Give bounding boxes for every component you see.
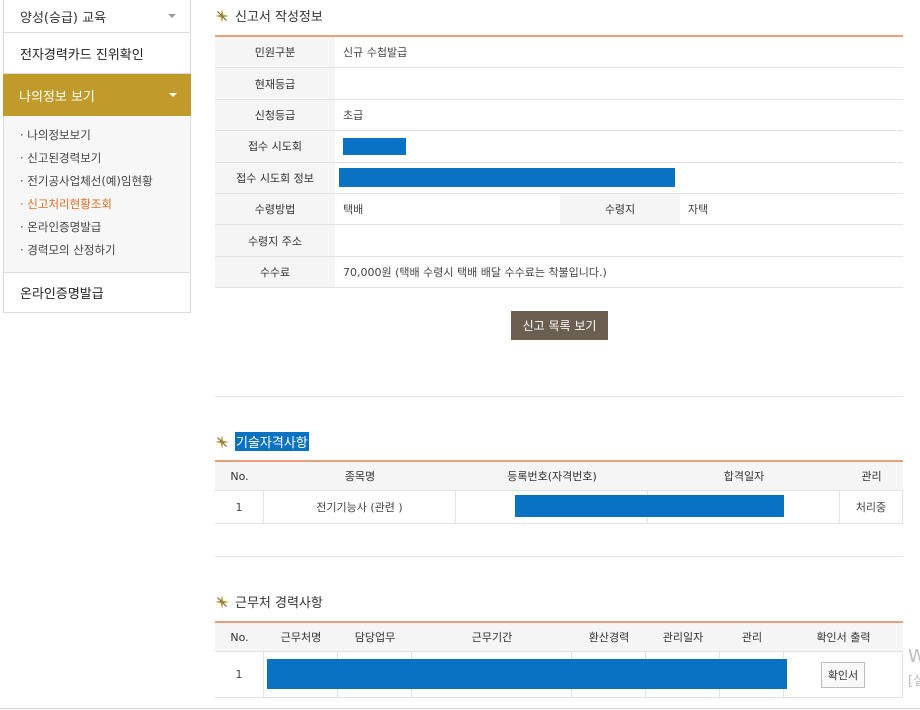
- row-label: 수수료: [215, 256, 335, 288]
- cell-no: 1: [215, 652, 264, 697]
- row-value: [335, 225, 903, 255]
- column-header: 등록번호(자격번호): [507, 470, 597, 483]
- table-row: 접수 시도회: [215, 131, 903, 163]
- sidebar-item-label: 양성(승급) 교육: [20, 10, 107, 26]
- redacted-block: [339, 168, 675, 188]
- row-value: 초급: [343, 108, 364, 122]
- row-value: 자택: [688, 203, 709, 217]
- table-row: 신청등급 초급: [215, 99, 903, 132]
- sidebar-item-label: 나의정보 보기: [19, 89, 95, 105]
- table-header: No. 종목명 등록번호(자격번호) 합격일자 관리: [215, 462, 903, 491]
- sidebar: 양성(승급) 교육 전자경력카드 진위확인 나의정보 보기 · 나의정보보기 ·…: [3, 0, 191, 313]
- row-label: 수령지: [560, 193, 680, 225]
- row-label: 접수 시도회 정보: [215, 162, 335, 193]
- row-value: 택배: [343, 203, 364, 217]
- cell-status: 처리중: [840, 491, 903, 523]
- submenu-item-appointment-status[interactable]: · 전기공사업체선(예)임현황: [20, 170, 190, 193]
- submenu-item-my-info[interactable]: · 나의정보보기: [20, 124, 190, 147]
- column-header: No.: [230, 630, 249, 644]
- sidebar-item-label: 전자경력카드 진위확인: [20, 47, 144, 63]
- edge-text: W: [908, 646, 920, 667]
- row-value: [335, 131, 903, 161]
- table-row: 수령지 주소: [215, 225, 903, 257]
- sidebar-item-my-info[interactable]: 나의정보 보기: [3, 74, 191, 116]
- column-header: 확인서 출력: [816, 631, 871, 644]
- section-title-qualification: 기술자격사항: [215, 432, 309, 451]
- row-label: 수령지 주소: [215, 225, 335, 256]
- table-row: 수수료 70,000원 (택배 수령시 택배 배달 수수료는 착불입니다.): [215, 256, 903, 289]
- section-title-text: 기술자격사항: [235, 432, 309, 451]
- column-header: 관리: [741, 631, 763, 644]
- column-header: 근무기간: [471, 631, 513, 644]
- print-certificate-button[interactable]: 확인서: [820, 661, 866, 688]
- chevron-down-icon: [168, 14, 176, 18]
- section-title-report: 신고서 작성정보: [215, 6, 323, 25]
- chevron-down-icon: [169, 93, 177, 97]
- table-row: 1 전기기능사 (관련 ) 처리중: [215, 491, 903, 524]
- report-info-table: 민원구분 신규 수첩발급 현재등급 신청등급 초급 접수 시도회 접수 시도회 …: [215, 35, 903, 289]
- sparkle-icon: [215, 8, 229, 23]
- row-label: 현재등급: [215, 68, 335, 99]
- section-title-career: 근무처 경력사항: [215, 592, 323, 611]
- row-value: 70,000원 (택배 수령시 택배 배달 수수료는 착불입니다.): [343, 265, 607, 279]
- row-label: 신청등급: [215, 99, 335, 131]
- submenu-item-reported-career[interactable]: · 신고된경력보기: [20, 147, 190, 170]
- redacted-block: [267, 659, 787, 689]
- column-header: No.: [230, 469, 249, 483]
- submenu-item-report-status[interactable]: · 신고처리현황조회: [20, 193, 190, 216]
- column-header: 종목명: [344, 470, 376, 483]
- column-header: 근무처명: [280, 631, 322, 644]
- sidebar-item-online-cert[interactable]: 온라인증명발급: [3, 272, 191, 313]
- row-label: 접수 시도회: [215, 131, 335, 162]
- column-header: 관리일자: [662, 631, 704, 644]
- table-row: 1 확인서: [215, 652, 903, 698]
- qualification-table: No. 종목명 등록번호(자격번호) 합격일자 관리 1 전기기능사 (관련 )…: [215, 460, 903, 524]
- table-row: 민원구분 신규 수첩발급: [215, 37, 903, 69]
- row-value: [335, 163, 903, 193]
- row-value: 신규 수첩발급: [343, 46, 408, 60]
- column-header: 담당업무: [354, 631, 396, 644]
- sidebar-item-card-check[interactable]: 전자경력카드 진위확인: [3, 33, 191, 74]
- table-header: No. 근무처명 담당업무 근무기간 환산경력 관리일자 관리 확인서 출력: [215, 623, 903, 652]
- section-title-text: 근무처 경력사항: [235, 596, 323, 611]
- sidebar-item-training[interactable]: 양성(승급) 교육: [3, 0, 191, 33]
- sparkle-icon: [215, 434, 229, 449]
- submenu-item-online-cert[interactable]: · 온라인증명발급: [20, 216, 190, 239]
- redacted-block: [515, 495, 784, 517]
- sidebar-submenu: · 나의정보보기 · 신고된경력보기 · 전기공사업체선(예)임현황 · 신고처…: [3, 116, 191, 272]
- sidebar-item-label: 온라인증명발급: [20, 287, 104, 302]
- divider: [0, 708, 920, 709]
- sparkle-icon: [215, 594, 229, 609]
- column-header: 환산경력: [588, 631, 630, 644]
- cell-print: 확인서: [784, 652, 903, 697]
- divider: [215, 396, 903, 397]
- row-label: 민원구분: [215, 37, 335, 68]
- section-title-text: 신고서 작성정보: [235, 10, 323, 25]
- cell-name: 전기기능사 (관련 ): [264, 491, 456, 523]
- submenu-item-career-simulation[interactable]: · 경력모의 산정하기: [20, 239, 190, 262]
- edge-text: [설: [908, 674, 920, 689]
- row-value: [335, 68, 903, 98]
- table-row: 접수 시도회 정보: [215, 162, 903, 194]
- report-list-button[interactable]: 신고 목록 보기: [511, 311, 608, 340]
- row-label: 수령방법: [215, 193, 335, 225]
- column-header: 관리: [861, 470, 882, 483]
- divider: [215, 556, 903, 557]
- cell-no: 1: [215, 491, 264, 523]
- table-row: 수령방법 택배 수령지 자택: [215, 193, 903, 226]
- table-row: 현재등급: [215, 68, 903, 100]
- column-header: 합격일자: [723, 470, 765, 483]
- redacted-block: [343, 137, 406, 155]
- career-table: No. 근무처명 담당업무 근무기간 환산경력 관리일자 관리 확인서 출력 1…: [215, 621, 903, 698]
